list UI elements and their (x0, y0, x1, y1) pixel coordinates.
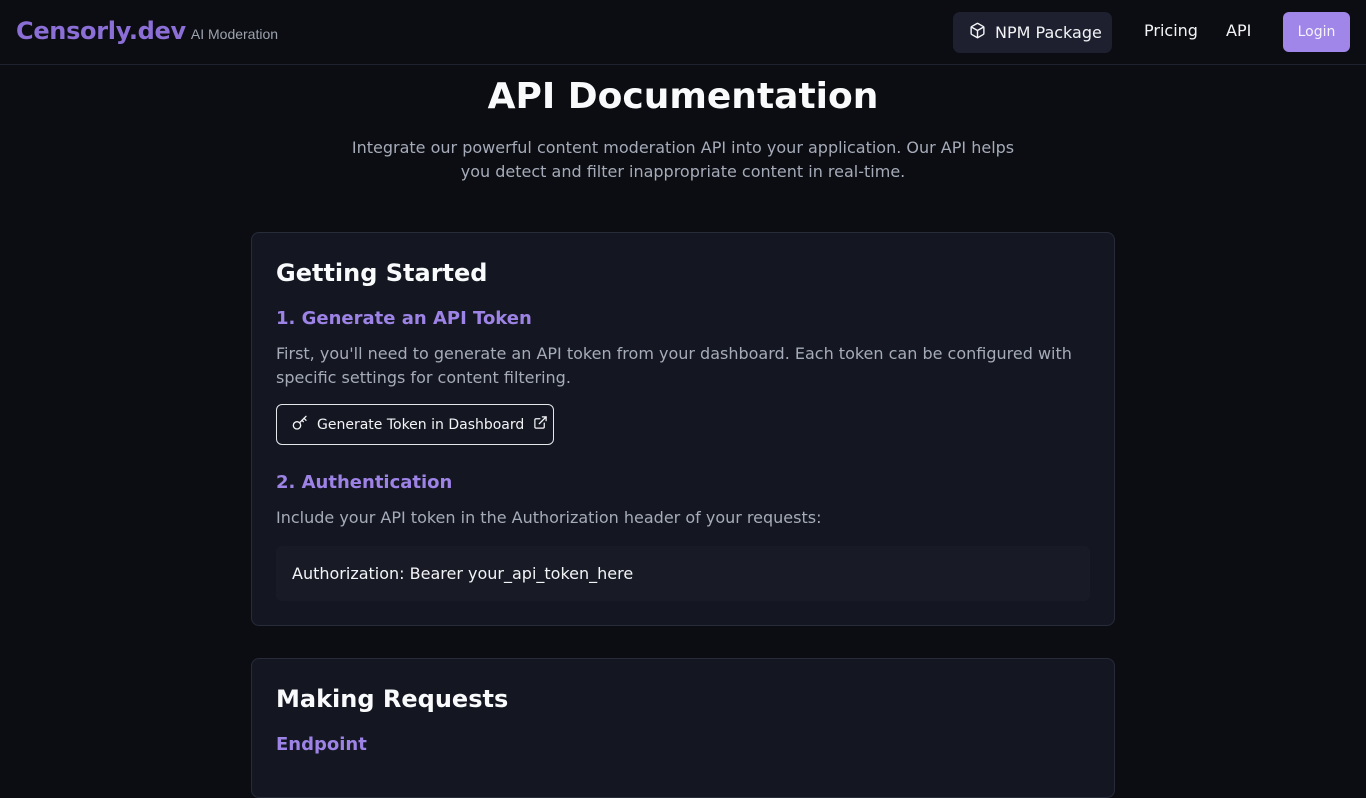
auth-header-code: Authorization: Bearer your_api_token_her… (292, 564, 634, 583)
generate-token-button[interactable]: Generate Token in Dashboard (276, 404, 554, 445)
brand-logo-text[interactable]: Censorly.dev (16, 17, 186, 45)
step1-title: 1. Generate an API Token (276, 308, 532, 329)
step2-description: Include your API token in the Authorizat… (276, 508, 822, 527)
nav-link-api[interactable]: API (1226, 21, 1251, 40)
getting-started-card: Getting Started 1. Generate an API Token… (251, 232, 1115, 626)
step1-description: First, you'll need to generate an API to… (276, 344, 1072, 387)
login-button[interactable]: Login (1283, 12, 1350, 52)
auth-header-code-block[interactable]: Authorization: Bearer your_api_token_her… (276, 546, 1090, 601)
making-requests-card: Making Requests Endpoint (251, 658, 1115, 798)
package-icon (969, 22, 995, 43)
npm-package-label: NPM Package (995, 23, 1102, 42)
page-subtitle: Integrate our powerful content moderatio… (351, 138, 1015, 181)
making-requests-title: Making Requests (276, 685, 509, 713)
generate-token-label: Generate Token in Dashboard (317, 416, 525, 433)
nav-link-pricing[interactable]: Pricing (1144, 21, 1198, 40)
endpoint-title: Endpoint (276, 734, 367, 755)
brand-tagline: AI Moderation (190, 26, 279, 42)
key-icon (292, 415, 308, 435)
external-link-icon (533, 415, 548, 434)
getting-started-title: Getting Started (276, 259, 488, 287)
top-navbar: Censorly.dev AI Moderation NPM Package P… (0, 0, 1366, 65)
page-title: API Documentation (487, 76, 879, 117)
brand[interactable]: Censorly.dev AI Moderation (16, 17, 278, 45)
step2-title: 2. Authentication (276, 472, 453, 493)
npm-package-button[interactable]: NPM Package (953, 12, 1112, 53)
